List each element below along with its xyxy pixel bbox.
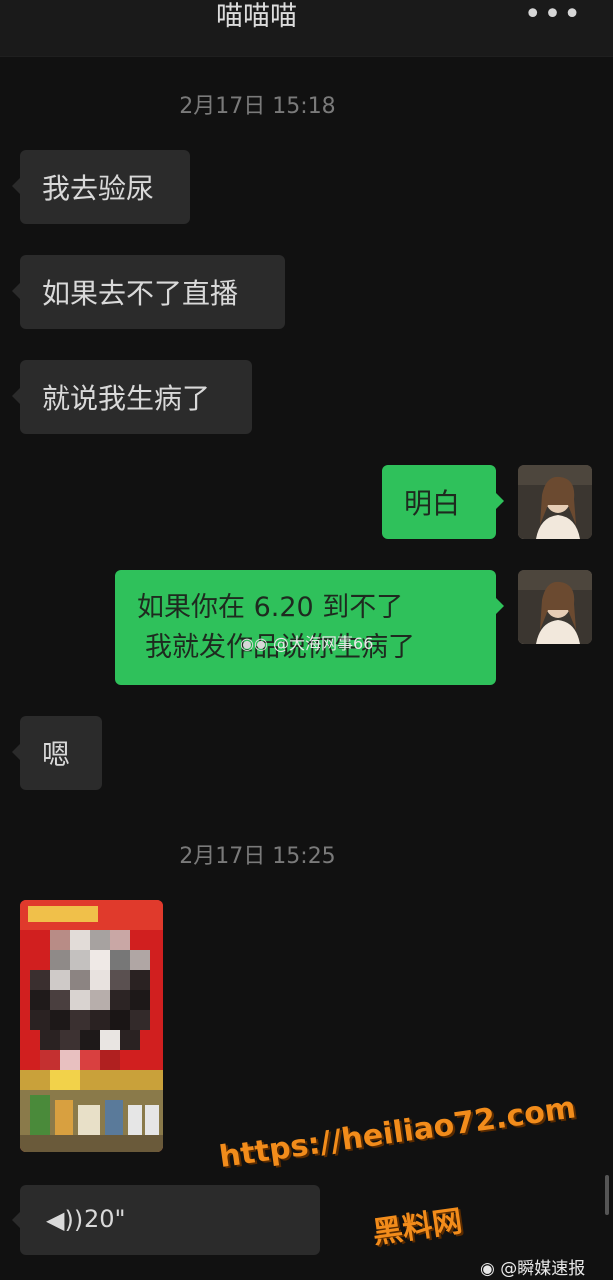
- timestamp: 2月17日 15:18: [179, 94, 336, 119]
- weibo-watermark-text: @瞬媒速报: [500, 1259, 586, 1279]
- user-avatar[interactable]: [518, 465, 592, 539]
- chat-title: 喵喵喵: [216, 1, 297, 32]
- chat-header: 喵喵喵 •••: [0, 0, 613, 57]
- message-text: 如果去不了直播: [42, 277, 239, 310]
- voice-message[interactable]: ◀)) 20": [12, 1185, 320, 1255]
- message-bubble-incoming[interactable]: 我去验尿: [12, 150, 190, 224]
- user-avatar[interactable]: [518, 570, 592, 644]
- message-bubble-outgoing[interactable]: 如果你在 6.20 到不了 我就发作品说你生病了: [115, 570, 504, 685]
- more-dots-icon[interactable]: •••: [524, 0, 583, 30]
- weibo-watermark: ◉◉ @大海网事66: [240, 630, 373, 654]
- pixelated-image: [20, 900, 163, 1152]
- message-bubble-incoming[interactable]: 就说我生病了: [12, 360, 252, 434]
- watermark-url: https://heiliao72.com: [217, 1090, 579, 1175]
- weibo-icon: ◉: [480, 1259, 495, 1279]
- weibo-watermark-text: @大海网事66: [273, 634, 374, 653]
- message-bubble-incoming[interactable]: 如果去不了直播: [12, 255, 285, 329]
- message-text: 就说我生病了: [42, 382, 211, 415]
- weibo-watermark: ◉ @瞬媒速报: [480, 1254, 585, 1279]
- message-text-line: 如果你在 6.20 到不了: [137, 591, 404, 623]
- scrollbar[interactable]: [605, 1175, 609, 1215]
- voice-wave-icon: ◀)): [46, 1206, 84, 1234]
- message-text: 嗯: [42, 738, 71, 771]
- timestamp: 2月17日 15:25: [179, 844, 336, 869]
- watermark-site-name: 黑料网: [370, 1203, 465, 1252]
- message-bubble-incoming[interactable]: 嗯: [12, 716, 102, 790]
- image-message[interactable]: [20, 900, 163, 1152]
- message-bubble-outgoing[interactable]: 明白: [382, 465, 504, 539]
- voice-duration: 20": [84, 1205, 126, 1233]
- weibo-icon: ◉◉: [240, 634, 268, 653]
- message-text: 我去验尿: [42, 172, 155, 205]
- message-text: 明白: [404, 487, 461, 520]
- chat-screen: 喵喵喵 ••• 2月17日 15:18 我去验尿 如果去不了直播 就说我生病了 …: [0, 0, 613, 1280]
